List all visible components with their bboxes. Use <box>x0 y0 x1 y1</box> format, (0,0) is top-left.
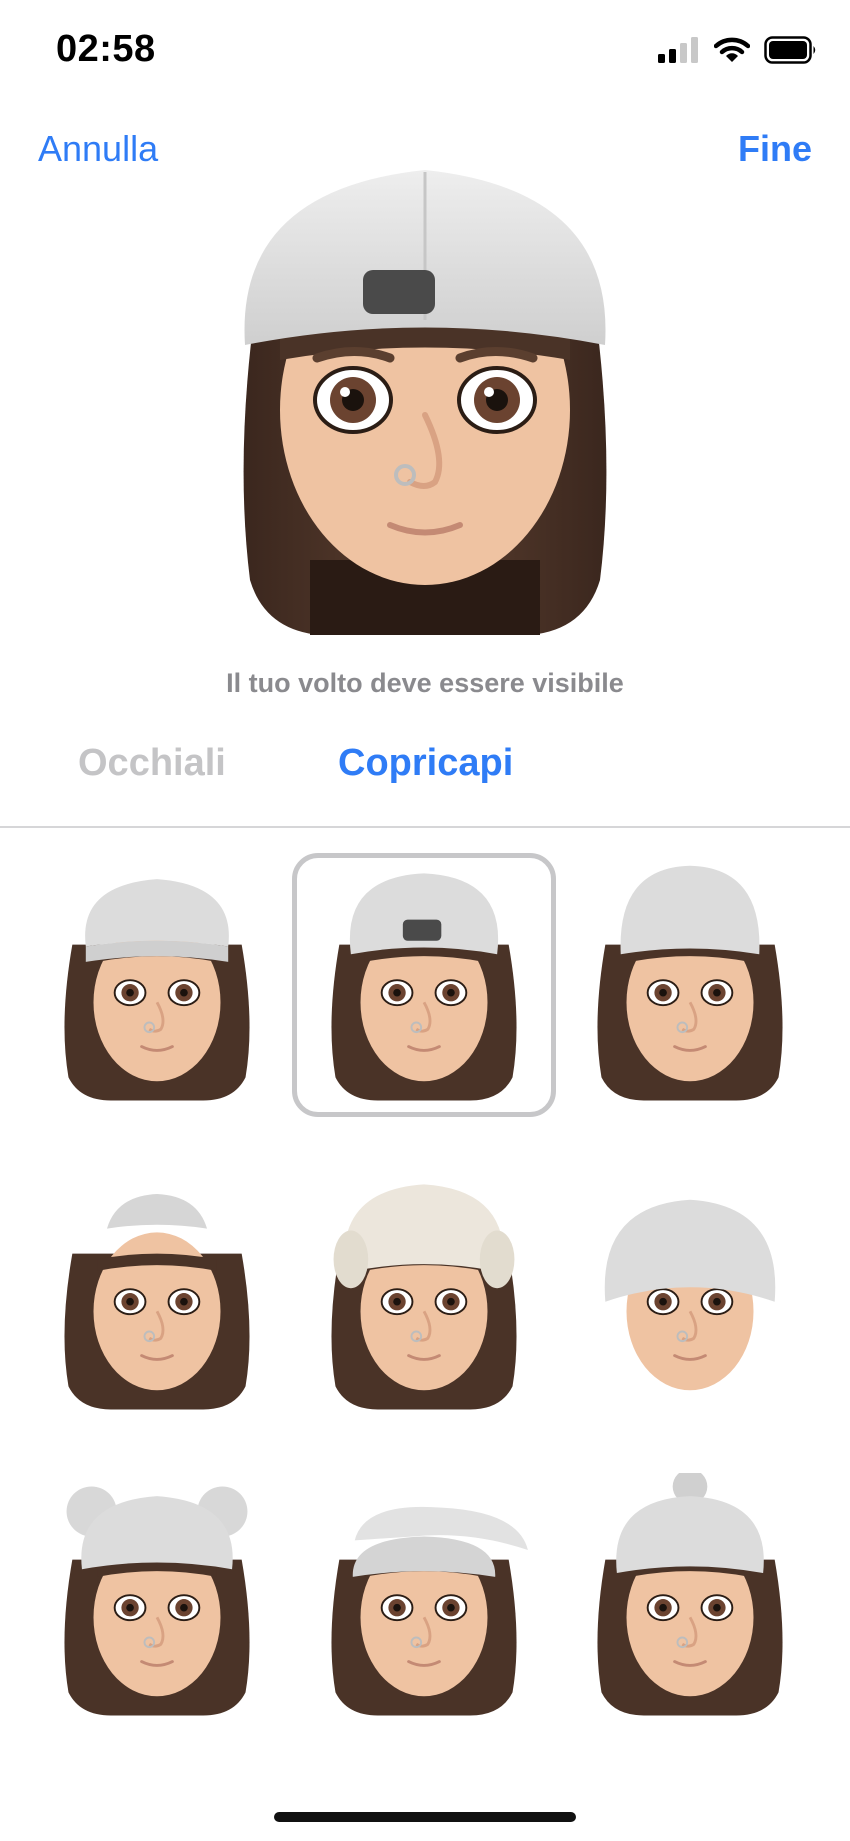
face-visibility-hint: Il tuo volto deve essere visibile <box>226 668 624 698</box>
battery-icon <box>764 36 816 64</box>
headwear-option-earflap-hat[interactable] <box>292 1162 556 1426</box>
memoji-earflap-hat <box>331 1184 517 1410</box>
cancel-button[interactable]: Annulla <box>38 128 158 170</box>
home-indicator <box>274 1812 576 1822</box>
memoji-fitted-beanie <box>604 1199 776 1391</box>
memoji-preview <box>243 170 607 635</box>
cellular-signal-icon <box>658 37 698 63</box>
wifi-icon <box>714 37 750 62</box>
headwear-option-tall-beanie[interactable] <box>558 853 822 1117</box>
tab-headwear[interactable]: Copricapi <box>338 742 513 785</box>
headwear-option-bear-ears-beanie[interactable] <box>25 1468 289 1732</box>
memoji-tall-beanie <box>597 865 783 1101</box>
headwear-option-pompom-beanie[interactable] <box>558 1468 822 1732</box>
headwear-option-slouchy-hat[interactable] <box>292 1468 556 1732</box>
memoji-bear-ears-beanie <box>64 1486 250 1716</box>
memoji-small-cap <box>64 1193 250 1410</box>
memoji-pompom-beanie <box>597 1473 783 1716</box>
headwear-option-backwards-cap[interactable] <box>292 853 556 1117</box>
done-button[interactable]: Fine <box>738 128 812 170</box>
headwear-option-beanie[interactable] <box>25 853 289 1117</box>
memoji-backwards-cap <box>331 873 517 1101</box>
memoji-slouchy-hat <box>331 1506 528 1716</box>
status-time: 02:58 <box>56 28 156 70</box>
headwear-option-small-cap[interactable] <box>25 1162 289 1426</box>
status-icons <box>658 36 818 64</box>
tab-glasses[interactable]: Occhiali <box>78 742 226 785</box>
memoji-beanie <box>64 879 250 1101</box>
divider <box>0 826 850 828</box>
headwear-option-fitted-beanie[interactable] <box>558 1162 822 1426</box>
